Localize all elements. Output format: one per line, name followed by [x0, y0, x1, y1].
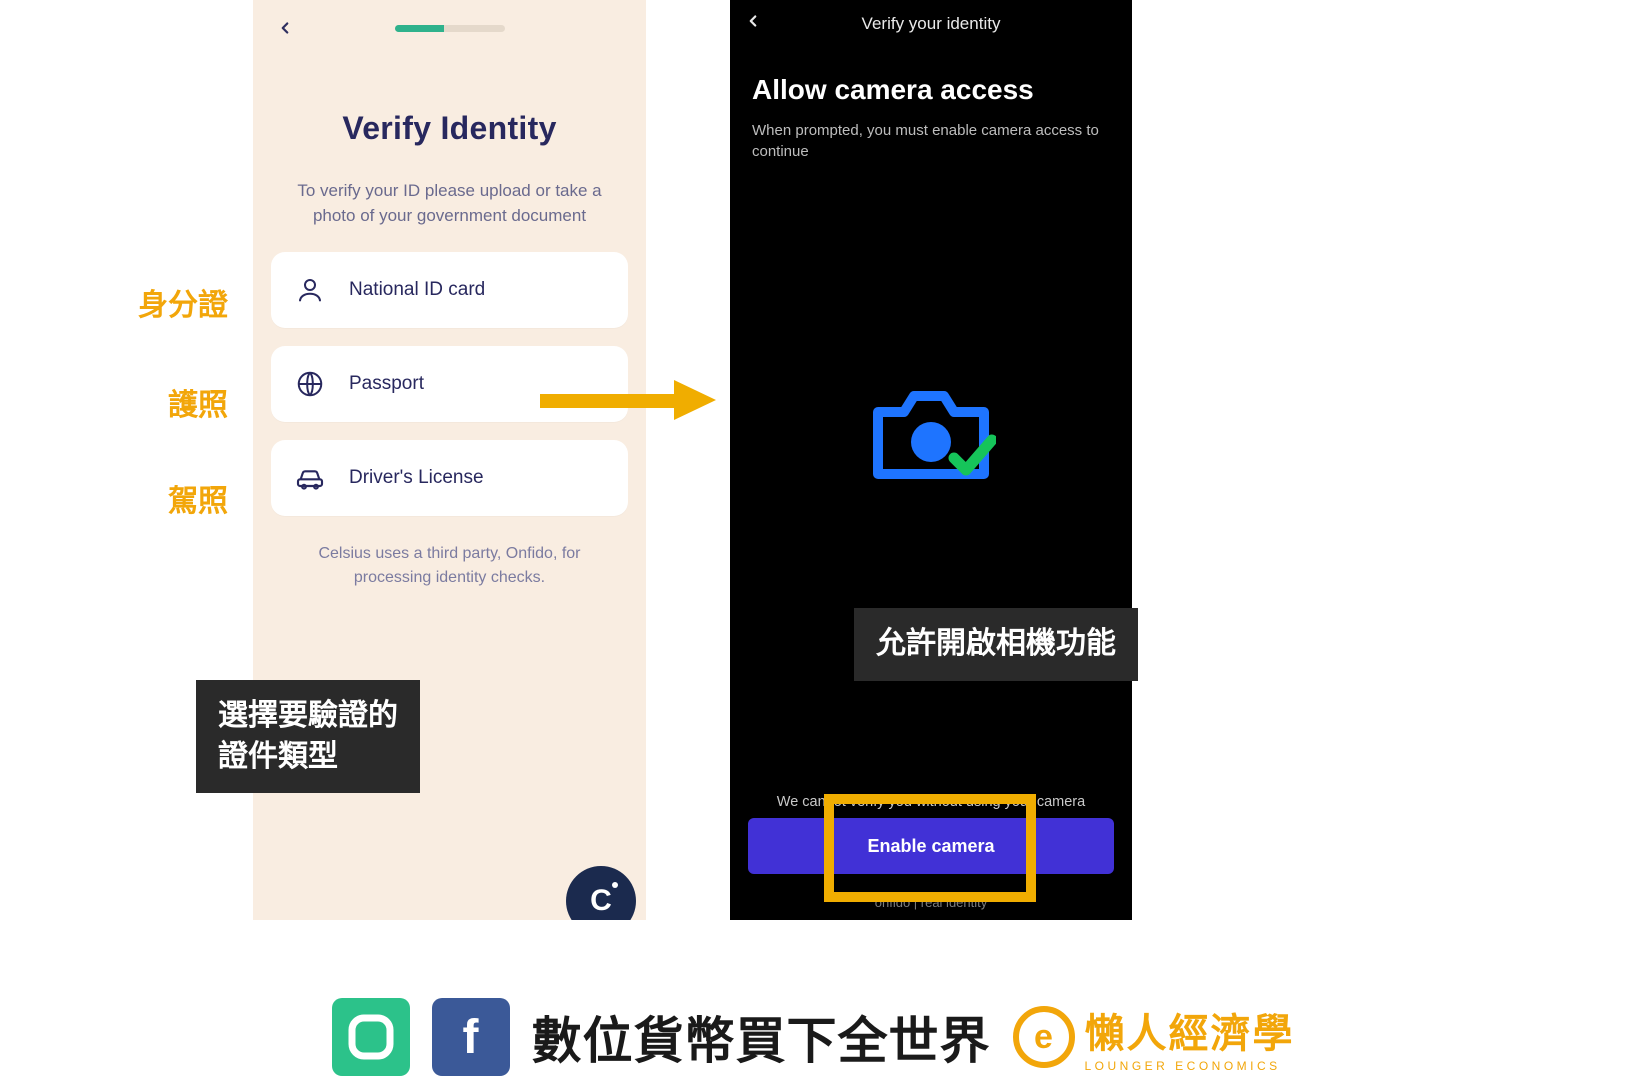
cannot-verify-text: We cannot verify you without using your … — [730, 794, 1132, 810]
third-party-disclaimer: Celsius uses a third party, Onfido, for … — [283, 542, 616, 590]
allow-title: Allow camera access — [752, 74, 1110, 106]
callout-right: 允許開啟相機功能 — [854, 608, 1138, 681]
footer-slogan: 數位貨幣買下全世界 — [532, 1001, 991, 1073]
label-passport: 護照 — [168, 380, 228, 424]
arrow-right-icon — [540, 380, 716, 420]
lounger-cn: 懶人經濟學 — [1085, 1001, 1295, 1059]
chevron-left-icon — [744, 12, 762, 30]
globe-icon — [293, 367, 327, 401]
topbar: Verify your identity — [730, 0, 1132, 48]
fab-letter: C — [590, 884, 612, 918]
back-button[interactable] — [744, 12, 762, 35]
lounger-economics-logo: e 懶人經濟學 LOUNGER ECONOMICS — [1013, 1001, 1295, 1073]
celsius-fab[interactable]: C — [566, 866, 636, 920]
camera-access-screen: Verify your identity Allow camera access… — [730, 0, 1132, 920]
onfido-footer: onfido | real identity — [730, 895, 1132, 910]
label-national-id: 身分證 — [138, 280, 228, 324]
callout-left: 選擇要驗證的 證件類型 — [196, 680, 420, 793]
enable-camera-button[interactable]: Enable camera — [748, 818, 1114, 874]
person-icon — [293, 273, 327, 307]
branding-footer: f 數位貨幣買下全世界 e 懶人經濟學 LOUNGER ECONOMICS — [0, 998, 1626, 1076]
fab-dot-icon — [612, 882, 618, 888]
back-button[interactable] — [271, 14, 299, 42]
camera-check-icon — [866, 380, 996, 490]
doc-label: National ID card — [349, 279, 485, 301]
page-subtitle: To verify your ID please upload or take … — [279, 179, 620, 228]
allow-subtitle: When prompted, you must enable camera ac… — [752, 120, 1110, 162]
page-title: Verify Identity — [253, 110, 646, 147]
doc-label: Driver's License — [349, 467, 484, 489]
camera-illustration — [730, 380, 1132, 490]
app-icon-green — [332, 998, 410, 1076]
doc-drivers-license[interactable]: Driver's License — [271, 440, 628, 516]
label-license: 駕照 — [168, 476, 228, 520]
topbar — [253, 0, 646, 56]
rounded-square-icon — [346, 1012, 396, 1062]
car-icon — [293, 461, 327, 495]
enable-camera-label: Enable camera — [867, 836, 994, 857]
facebook-icon: f — [432, 998, 510, 1076]
lounger-en: LOUNGER ECONOMICS — [1085, 1059, 1295, 1073]
progress-bar — [395, 25, 505, 32]
screen-header: Verify your identity — [862, 14, 1001, 34]
doc-national-id[interactable]: National ID card — [271, 252, 628, 328]
doc-label: Passport — [349, 373, 424, 395]
chevron-left-icon — [276, 19, 294, 37]
lounger-badge-icon: e — [1013, 1006, 1075, 1068]
